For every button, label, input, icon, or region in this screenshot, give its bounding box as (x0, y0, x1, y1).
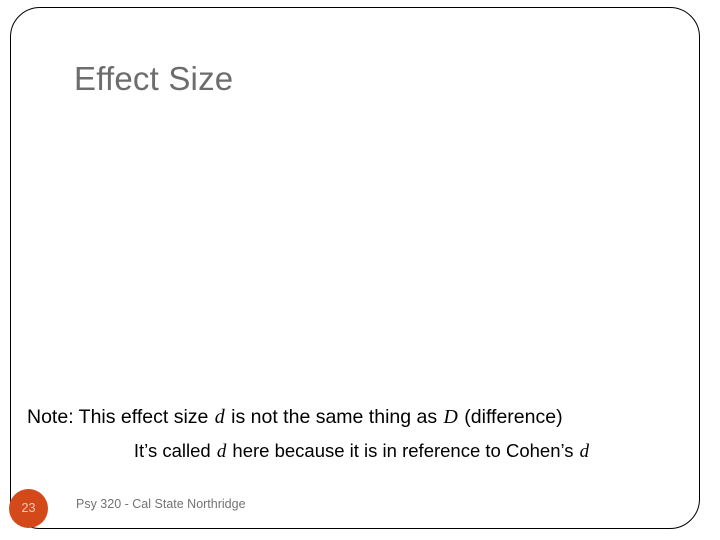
note-text-part3: (difference) (458, 406, 563, 428)
cohen-variable-d-second: d (579, 441, 590, 462)
cohen-variable-d-first: d (216, 441, 227, 462)
cohen-text-part2: here because it is in reference to Cohen… (227, 440, 579, 461)
note-variable-D: D (443, 406, 458, 428)
note-variable-d: d (214, 406, 225, 428)
cohen-text-line: It’s called d here because it is in refe… (14, 434, 706, 469)
footer-course-label: Psy 320 - Cal State Northridge (76, 497, 246, 511)
page-number-badge: 23 (9, 489, 48, 528)
note-text-part1: Note: This effect size (27, 406, 214, 428)
page-title: Effect Size (74, 60, 234, 97)
cohen-text-part1: It’s called (133, 440, 216, 461)
slide-canvas: Effect Size Note: This effect size d is … (0, 0, 720, 540)
page-number-label: 23 (21, 501, 36, 516)
slide-body: Note: This effect size d is not the same… (14, 400, 706, 469)
note-text-line: Note: This effect size d is not the same… (14, 400, 706, 434)
note-text-part2: is not the same thing as (225, 406, 443, 428)
